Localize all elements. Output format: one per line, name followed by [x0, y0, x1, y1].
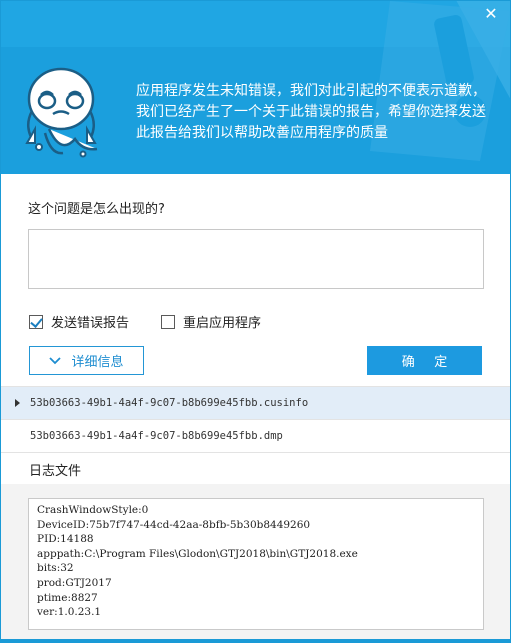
log-line: PID:14188: [37, 533, 94, 546]
details-button[interactable]: 详细信息: [29, 346, 144, 375]
log-line: bits:32: [37, 562, 74, 575]
details-label: 详细信息: [71, 355, 124, 370]
log-line: apppath:C:\Program Files\Glodon\GTJ2018\…: [37, 547, 358, 560]
file-list-item[interactable]: 53b03663-49b1-4a4f-9c07-b8b699e45fbb.dmp: [1, 420, 510, 452]
send-report-checkbox[interactable]: [29, 314, 43, 329]
ok-button[interactable]: 确 定: [367, 346, 482, 375]
send-report-checkbox-row[interactable]: 发送错误报告: [29, 312, 129, 331]
error-message: 应用程序发生未知错误，我们对此引起的不便表示道歉，我们已经产生了一个关于此错误的…: [136, 83, 486, 141]
crying-mascot-icon: [25, 67, 98, 158]
close-button[interactable]: ✕: [480, 3, 502, 25]
restart-app-checkbox[interactable]: [161, 314, 175, 329]
close-icon: ✕: [484, 4, 498, 23]
send-report-label: 发送错误报告: [51, 316, 130, 331]
chevron-down-icon: [49, 356, 62, 364]
file-name: 53b03663-49b1-4a4f-9c07-b8b699e45fbb.cus…: [30, 397, 309, 409]
log-line: DeviceID:75b7f747-44cd-42aa-8bfb-5b30b84…: [37, 518, 311, 531]
file-list-item[interactable]: 53b03663-49b1-4a4f-9c07-b8b699e45fbb.cus…: [1, 387, 510, 419]
divider: [1, 452, 510, 453]
expand-triangle-icon: [15, 432, 20, 440]
restart-app-checkbox-row[interactable]: 重启应用程序: [161, 312, 261, 331]
header-banner: ✕ 应用程序发生未知错误，我们对此引起的不便表示道歉，我们已经产生了一个关于此错…: [1, 1, 510, 174]
log-line: ver:1.0.23.1: [37, 606, 102, 619]
bottom-border: [1, 639, 510, 642]
question-label: 这个问题是怎么出现的?: [28, 202, 165, 217]
error-report-window: ✕ 应用程序发生未知错误，我们对此引起的不便表示道歉，我们已经产生了一个关于此错…: [0, 0, 511, 643]
log-title: 日志文件: [29, 464, 82, 479]
log-line: prod:GTJ2017: [37, 576, 112, 589]
title-bar: [1, 1, 510, 47]
log-line: ptime:8827: [37, 591, 98, 604]
log-line: CrashWindowStyle:0: [37, 504, 149, 516]
log-content[interactable]: CrashWindowStyle:0 DeviceID:75b7f747-44c…: [28, 498, 484, 630]
comment-input[interactable]: [28, 229, 484, 289]
restart-app-label: 重启应用程序: [183, 316, 262, 331]
expand-triangle-icon: [15, 399, 20, 407]
file-name: 53b03663-49b1-4a4f-9c07-b8b699e45fbb.dmp: [30, 430, 283, 442]
